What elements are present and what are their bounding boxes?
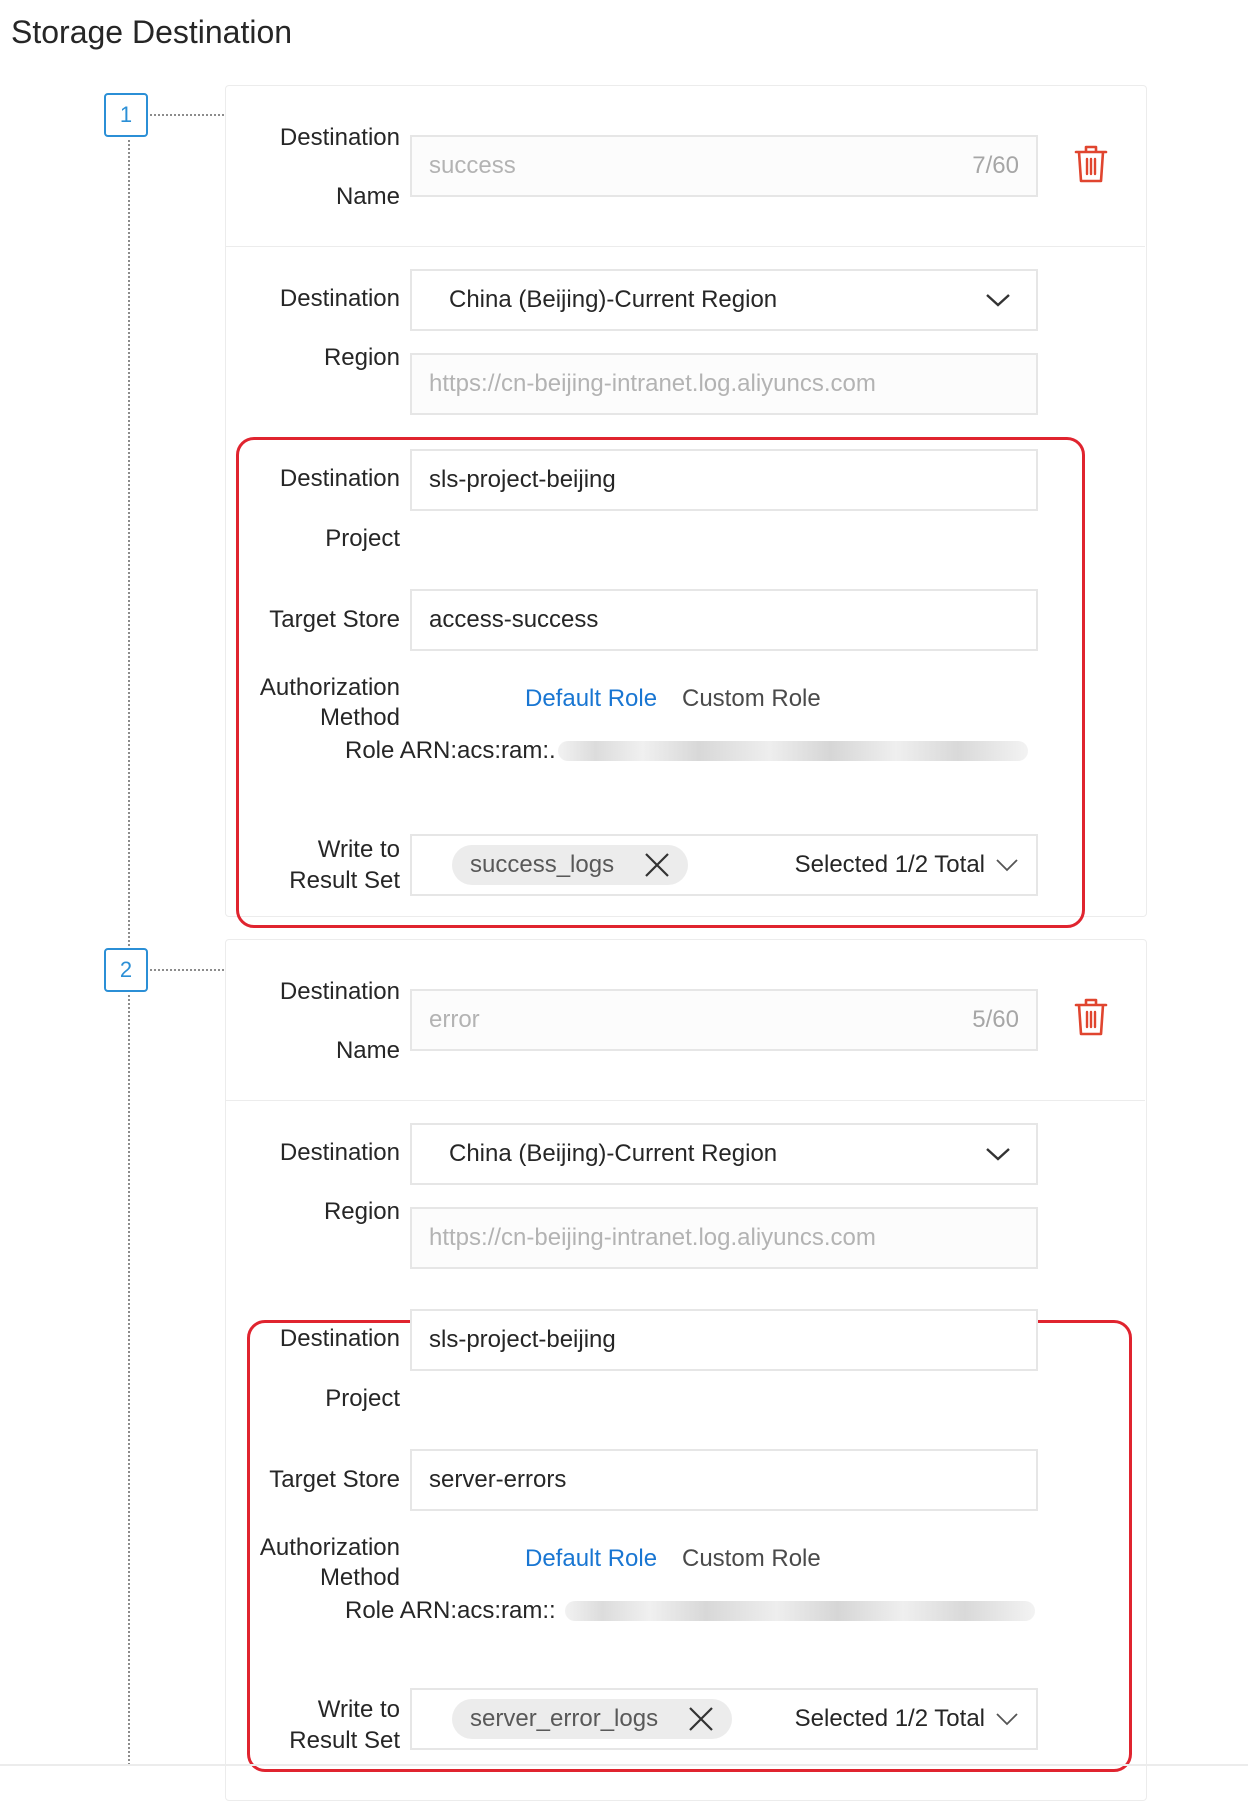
result-set-tag-label: success_logs [470,851,615,878]
card-divider [225,246,1145,247]
destination-region-label: Destination [279,285,400,312]
custom-role-option[interactable]: Custom Role [682,685,821,713]
destination-project-label-2: Project [325,525,400,552]
write-result-label-2: Result Set [289,867,400,894]
region-selected-value: China (Beijing)-Current Region [449,1140,778,1167]
timeline-line [128,995,130,1765]
destination-project-input[interactable]: sls-project-beijing [410,1309,1038,1371]
destination-region-label-2: Region [323,344,400,371]
timeline-line [128,140,130,950]
result-set-select[interactable]: success_logs Selected 1/2 Total [410,834,1038,896]
endpoint-value: https://cn-beijing-intranet.log.aliyuncs… [429,1224,876,1251]
destination-name-input[interactable]: success 7/60 [410,135,1038,197]
destination-project-input[interactable]: sls-project-beijing [410,449,1038,511]
region-selected-value: China (Beijing)-Current Region [449,286,778,313]
target-store-label: Target Store [269,606,400,633]
result-set-tag-label: server_error_logs [470,1705,659,1732]
destination-name-label: Destination [279,124,400,151]
target-store-value: access-success [429,606,599,633]
page-title: Storage Destination [11,14,293,50]
destination-name-value: success [429,152,516,179]
endpoint-field: https://cn-beijing-intranet.log.aliyuncs… [410,1207,1038,1269]
write-result-label-2: Result Set [289,1727,400,1754]
chevron-down-icon [986,1148,1010,1161]
target-store-input[interactable]: access-success [410,589,1038,651]
step-number-1: 1 [104,93,148,137]
write-result-label: Write to [317,836,400,863]
delete-trash-icon[interactable] [1073,997,1109,1037]
destination-name-label-2: Name [335,1037,400,1064]
destination-project-label: Destination [279,465,400,492]
project-value: sls-project-beijing [429,1326,616,1353]
destination-region-label-2: Region [323,1198,400,1225]
destination-name-label: Destination [279,978,400,1005]
target-store-label: Target Store [269,1466,400,1493]
step-number-2: 2 [104,948,148,992]
role-arn-text: Role ARN:acs:ram:. [345,737,556,764]
destination-region-select[interactable]: China (Beijing)-Current Region [410,1123,1038,1185]
endpoint-field: https://cn-beijing-intranet.log.aliyuncs… [410,353,1038,415]
result-set-tag: server_error_logs [452,1699,733,1739]
selection-summary-text: Selected 1/2 Total [794,1705,985,1732]
selection-summary: Selected 1/2 Total [795,1705,1019,1733]
destination-project-label-2: Project [325,1385,400,1412]
card-divider [225,1100,1145,1101]
destination-region-label: Destination [279,1139,400,1166]
custom-role-option[interactable]: Custom Role [682,1545,821,1573]
project-value: sls-project-beijing [429,466,616,493]
delete-trash-icon[interactable] [1073,144,1109,184]
char-counter: 5/60 [972,1006,1019,1033]
destination-name-value: error [429,1006,480,1033]
authorization-label: Authorization [259,674,400,701]
bottom-divider [0,1764,1248,1766]
destination-name-input[interactable]: error 5/60 [410,989,1038,1051]
chevron-down-icon [986,294,1010,307]
authorization-label: Authorization [259,1534,400,1561]
destination-project-label: Destination [279,1325,400,1352]
close-icon[interactable] [688,1706,714,1732]
authorization-label-2: Method [319,1564,400,1591]
close-icon[interactable] [644,852,670,878]
selection-summary: Selected 1/2 Total [795,851,1019,879]
default-role-option[interactable]: Default Role [525,685,657,713]
target-store-value: server-errors [429,1466,567,1493]
chevron-down-icon [996,1713,1018,1726]
authorization-label-2: Method [319,704,400,731]
destination-region-select[interactable]: China (Beijing)-Current Region [410,269,1038,331]
selection-summary-text: Selected 1/2 Total [794,851,985,878]
role-arn-text: Role ARN:acs:ram:: [345,1597,556,1624]
target-store-input[interactable]: server-errors [410,1449,1038,1511]
chevron-down-icon [996,859,1018,872]
timeline-connector [150,969,224,971]
destination-name-label-2: Name [335,183,400,210]
result-set-select[interactable]: server_error_logs Selected 1/2 Total [410,1688,1038,1750]
redacted-arn [558,741,1028,761]
default-role-option[interactable]: Default Role [525,1545,657,1573]
result-set-tag: success_logs [452,845,689,885]
write-result-label: Write to [317,1696,400,1723]
redacted-arn [565,1601,1035,1621]
char-counter: 7/60 [972,152,1019,179]
endpoint-value: https://cn-beijing-intranet.log.aliyuncs… [429,370,876,397]
timeline-connector [150,114,224,116]
